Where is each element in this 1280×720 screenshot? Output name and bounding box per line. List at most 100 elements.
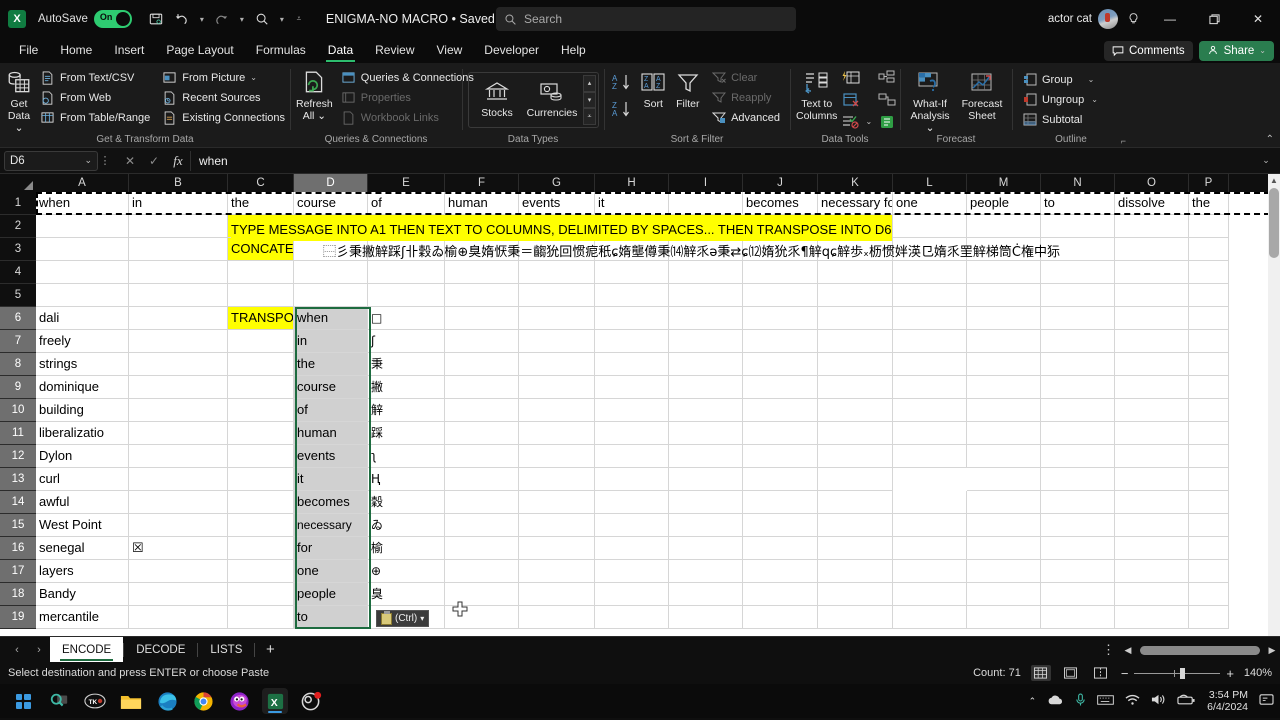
cell-c11[interactable] bbox=[228, 422, 294, 445]
page-break-view-button[interactable] bbox=[1091, 665, 1111, 681]
cell-h15[interactable] bbox=[595, 514, 669, 537]
column-header-j[interactable]: J bbox=[743, 174, 818, 192]
cell-b1[interactable]: in bbox=[129, 192, 228, 215]
cell-l19[interactable] bbox=[893, 606, 967, 629]
cell-d19[interactable]: to bbox=[294, 606, 368, 629]
cell-l8[interactable] bbox=[893, 353, 967, 376]
cell-d9[interactable]: course bbox=[294, 376, 368, 399]
cell-k7[interactable] bbox=[818, 330, 893, 353]
cell-i4[interactable] bbox=[669, 261, 743, 284]
cell-f16[interactable] bbox=[445, 537, 519, 560]
row-header-19[interactable]: 19 bbox=[0, 606, 36, 629]
cell-n6[interactable] bbox=[1041, 307, 1115, 330]
cell-k18[interactable] bbox=[818, 583, 893, 606]
cell-k15[interactable] bbox=[818, 514, 893, 537]
cell-l5[interactable] bbox=[893, 284, 967, 307]
queries-connections-button[interactable]: Queries & Connections bbox=[337, 68, 478, 87]
ribbon-tab-page-layout[interactable]: Page Layout bbox=[155, 38, 244, 63]
name-box[interactable]: D6 ⌄ bbox=[4, 151, 98, 171]
cell-b2[interactable] bbox=[129, 215, 228, 238]
cell-b13[interactable]:  bbox=[129, 468, 228, 491]
recent-sources-button[interactable]: Recent Sources bbox=[158, 88, 289, 107]
from-text-csv-button[interactable]: From Text/CSV bbox=[36, 68, 154, 87]
cell-h4[interactable] bbox=[595, 261, 669, 284]
ribbon-tab-file[interactable]: File bbox=[8, 38, 49, 63]
cell-j9[interactable] bbox=[743, 376, 818, 399]
cell-a18[interactable]: Bandy bbox=[36, 583, 129, 606]
zoom-in-button[interactable]: + bbox=[1226, 666, 1234, 681]
ungroup-dropdown-icon[interactable]: ⌄ bbox=[1091, 95, 1098, 104]
cell-l3[interactable] bbox=[893, 238, 967, 261]
cell-c14[interactable] bbox=[228, 491, 294, 514]
cell-k2[interactable] bbox=[818, 215, 893, 238]
cell-g13[interactable] bbox=[519, 468, 595, 491]
forecast-sheet-button[interactable]: Forecast Sheet bbox=[958, 66, 1006, 122]
cell-o19[interactable] bbox=[1115, 606, 1189, 629]
cell-i3[interactable] bbox=[669, 238, 743, 261]
share-dropdown-icon[interactable]: ⌄ bbox=[1259, 46, 1266, 55]
cell-p18[interactable] bbox=[1189, 583, 1229, 606]
filter-button[interactable]: Filter bbox=[673, 66, 704, 110]
column-header-p[interactable]: P bbox=[1189, 174, 1229, 192]
cell-f5[interactable] bbox=[445, 284, 519, 307]
cell-j8[interactable] bbox=[743, 353, 818, 376]
cell-h1[interactable]: it bbox=[595, 192, 669, 215]
row-header-8[interactable]: 8 bbox=[0, 353, 36, 376]
tips-bulb-icon[interactable] bbox=[1118, 12, 1148, 26]
cell-d1[interactable]: course bbox=[294, 192, 368, 215]
cell-d3[interactable] bbox=[294, 238, 368, 261]
paste-options-button[interactable]: (Ctrl) ▾ bbox=[376, 610, 429, 627]
redo-dropdown-icon[interactable]: ▾ bbox=[236, 15, 248, 24]
cell-c7[interactable] bbox=[228, 330, 294, 353]
data-types-scroll[interactable]: ▴ ▾ ⩡ bbox=[583, 75, 596, 125]
cell-i12[interactable] bbox=[669, 445, 743, 468]
wifi-icon[interactable] bbox=[1125, 694, 1140, 709]
cell-e8[interactable]: 秉 bbox=[368, 353, 445, 376]
cell-l10[interactable] bbox=[893, 399, 967, 422]
cell-m1[interactable]: people bbox=[967, 192, 1041, 215]
hscroll-right-icon[interactable]: ▶ bbox=[1264, 645, 1280, 656]
cell-i5[interactable] bbox=[669, 284, 743, 307]
cell-h16[interactable] bbox=[595, 537, 669, 560]
cell-p6[interactable] bbox=[1189, 307, 1229, 330]
cell-n5[interactable] bbox=[1041, 284, 1115, 307]
from-web-button[interactable]: From Web bbox=[36, 88, 154, 107]
cell-k1[interactable]: necessary for bbox=[818, 192, 893, 215]
cell-f10[interactable] bbox=[445, 399, 519, 422]
hscroll-left-icon[interactable]: ◀ bbox=[1120, 645, 1136, 656]
cell-g10[interactable] bbox=[519, 399, 595, 422]
gallery-scroll-down-icon[interactable]: ▾ bbox=[583, 92, 596, 109]
row-header-7[interactable]: 7 bbox=[0, 330, 36, 353]
row-header-9[interactable]: 9 bbox=[0, 376, 36, 399]
cell-l12[interactable] bbox=[893, 445, 967, 468]
row-header-16[interactable]: 16 bbox=[0, 537, 36, 560]
cell-o2[interactable] bbox=[1115, 215, 1189, 238]
cell-k12[interactable] bbox=[818, 445, 893, 468]
cell-m13[interactable] bbox=[967, 468, 1041, 491]
cell-a12[interactable]: Dylon bbox=[36, 445, 129, 468]
cell-d2[interactable] bbox=[294, 215, 368, 238]
cell-m3[interactable] bbox=[967, 238, 1041, 261]
cell-c8[interactable] bbox=[228, 353, 294, 376]
cell-j16[interactable] bbox=[743, 537, 818, 560]
cell-a7[interactable]: freely bbox=[36, 330, 129, 353]
cell-i16[interactable] bbox=[669, 537, 743, 560]
cell-b11[interactable]:  bbox=[129, 422, 228, 445]
cell-o15[interactable] bbox=[1115, 514, 1189, 537]
cell-j10[interactable] bbox=[743, 399, 818, 422]
cell-j6[interactable] bbox=[743, 307, 818, 330]
cell-l15[interactable] bbox=[893, 514, 967, 537]
cell-f15[interactable] bbox=[445, 514, 519, 537]
cell-g6[interactable] bbox=[519, 307, 595, 330]
cell-p19[interactable] bbox=[1189, 606, 1229, 629]
cell-j19[interactable] bbox=[743, 606, 818, 629]
cell-e18[interactable]: 臭 bbox=[368, 583, 445, 606]
cell-p7[interactable] bbox=[1189, 330, 1229, 353]
cell-a13[interactable]: curl bbox=[36, 468, 129, 491]
cell-j13[interactable] bbox=[743, 468, 818, 491]
cell-a15[interactable]: West Point bbox=[36, 514, 129, 537]
cell-i9[interactable] bbox=[669, 376, 743, 399]
cell-d15[interactable]: necessary bbox=[294, 514, 368, 537]
consolidate-button[interactable] bbox=[877, 68, 897, 87]
cell-h18[interactable] bbox=[595, 583, 669, 606]
